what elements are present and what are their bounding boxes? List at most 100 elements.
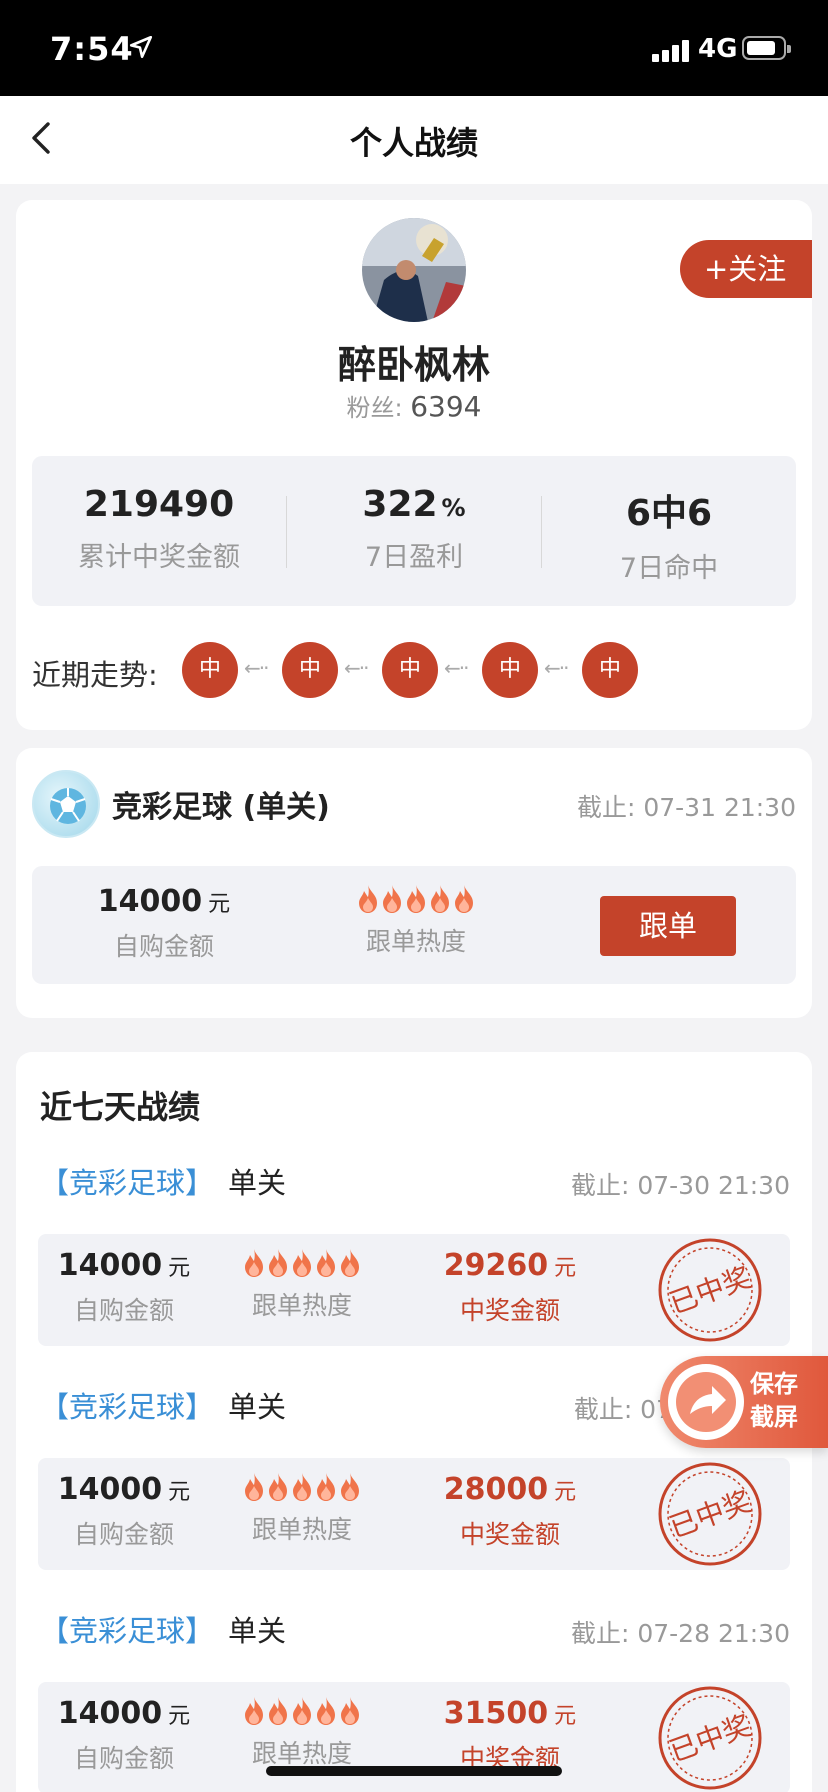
trend-arrow-icon: ←·· — [544, 656, 570, 680]
fans-label: 粉丝: — [346, 394, 403, 422]
stat-unit: % — [441, 494, 466, 522]
prize-value: 31500 — [443, 1696, 549, 1731]
stat-total-prize: 219490 累计中奖金额 — [32, 456, 286, 606]
amount-value: 14000 — [57, 1248, 163, 1283]
heat-cell: 跟单热度 — [212, 1248, 392, 1322]
share-arrow-icon — [668, 1364, 744, 1440]
follow-button[interactable]: +关注 — [680, 240, 812, 298]
heat-label: 跟单热度 — [365, 927, 466, 956]
heat-flames — [242, 1472, 362, 1506]
stat-value: 219490 — [83, 484, 235, 525]
trend-label: 近期走势: — [32, 658, 158, 692]
prize-label: 中奖金额 — [459, 1296, 560, 1325]
heat-cell: 跟单热度 — [212, 1696, 392, 1770]
record-type: 单关 — [228, 1390, 287, 1424]
trend-dot: 中 — [182, 642, 238, 698]
record-type: 单关 — [228, 1166, 287, 1200]
prize-cell: 28000 元 中奖金额 — [410, 1472, 610, 1551]
won-stamp-icon: 已中奖 — [658, 1238, 762, 1342]
trend-dot: 中 — [482, 642, 538, 698]
heat-cell: 跟单热度 — [212, 1472, 392, 1546]
profile-card: +关注 醉卧枫林 粉丝: 6394 219490 累计中奖金额 322% 7日盈… — [16, 200, 812, 730]
self-purchase-cell: 14000 元 自购金额 — [44, 1248, 204, 1327]
amount-value: 14000 — [97, 884, 203, 919]
amount-unit: 元 — [168, 1480, 191, 1505]
fans-count: 粉丝: 6394 — [16, 388, 812, 423]
record-tag: 【竞彩足球】 — [40, 1166, 215, 1200]
prize-cell: 31500 元 中奖金额 — [410, 1696, 610, 1775]
save-line2: 截屏 — [750, 1403, 798, 1431]
record-panel[interactable]: 14000 元 自购金额 跟单热度 28000 元 中奖金额 已中奖 — [38, 1458, 790, 1570]
stat-7day-hit: 6中6 7日命中 — [542, 456, 796, 606]
prize-unit: 元 — [554, 1704, 577, 1729]
prize-value: 29260 — [443, 1248, 549, 1283]
network-type: 4G — [698, 34, 738, 64]
current-bet-card: 竞彩足球 (单关) 截止: 07-31 21:30 14000 元 自购金额 跟单… — [16, 748, 812, 1018]
heat-label: 跟单热度 — [251, 1291, 352, 1320]
avatar[interactable] — [362, 218, 466, 322]
amount-label: 自购金额 — [113, 932, 214, 961]
stat-7day-profit: 322% 7日盈利 — [287, 456, 541, 606]
trend-dot: 中 — [282, 642, 338, 698]
amount-label: 自购金额 — [73, 1744, 174, 1773]
heat-label: 跟单热度 — [251, 1515, 352, 1544]
signal-icon — [652, 38, 692, 62]
location-arrow-icon — [129, 35, 153, 59]
amount-unit: 元 — [168, 1704, 191, 1729]
section-title: 近七天战绩 — [40, 1088, 201, 1126]
heat-flames — [356, 884, 476, 918]
battery-icon — [742, 36, 791, 60]
won-stamp-icon: 已中奖 — [658, 1462, 762, 1566]
save-screenshot-button[interactable]: 保存 截屏 — [660, 1356, 828, 1448]
heat-label: 跟单热度 — [251, 1739, 352, 1768]
record-tag: 【竞彩足球】 — [40, 1390, 215, 1424]
heat-flames — [242, 1248, 362, 1282]
football-icon — [32, 770, 100, 838]
status-bar: 7:54 4G — [0, 0, 828, 96]
self-purchase-cell: 14000 元 自购金额 — [44, 1472, 204, 1551]
prize-cell: 29260 元 中奖金额 — [410, 1248, 610, 1327]
stamp-text: 已中奖 — [665, 1709, 755, 1769]
heat-flames — [242, 1696, 362, 1730]
self-purchase-cell: 14000 元 自购金额 — [52, 884, 276, 963]
self-purchase-cell: 14000 元 自购金额 — [44, 1696, 204, 1775]
status-time: 7:54 — [50, 30, 134, 68]
record-panel[interactable]: 14000 元 自购金额 跟单热度 29260 元 中奖金额 已中奖 — [38, 1234, 790, 1346]
stat-value: 322 — [362, 484, 438, 525]
follow-order-button[interactable]: 跟单 — [600, 896, 736, 956]
amount-value: 14000 — [57, 1472, 163, 1507]
prize-unit: 元 — [554, 1256, 577, 1281]
prize-unit: 元 — [554, 1480, 577, 1505]
won-stamp-icon: 已中奖 — [658, 1686, 762, 1790]
stat-label: 累计中奖金额 — [78, 542, 240, 573]
record-deadline: 截止: 07-28 21:30 — [570, 1619, 790, 1648]
record-tag: 【竞彩足球】 — [40, 1614, 215, 1648]
bet-panel: 14000 元 自购金额 跟单热度 跟单 — [32, 866, 796, 984]
save-screenshot-label: 保存 截屏 — [750, 1368, 824, 1434]
home-indicator — [266, 1766, 562, 1776]
stamp-text: 已中奖 — [665, 1485, 755, 1545]
stats-panel: 219490 累计中奖金额 322% 7日盈利 6中6 7日命中 — [32, 456, 796, 606]
stat-label: 7日盈利 — [364, 542, 464, 573]
save-line1: 保存 — [750, 1370, 798, 1398]
prize-value: 28000 — [443, 1472, 549, 1507]
nav-bar: 个人战绩 — [0, 96, 828, 184]
trend-dot: 中 — [582, 642, 638, 698]
trend-arrow-icon: ←·· — [344, 656, 370, 680]
record-deadline: 截止: 07 — [573, 1395, 672, 1424]
stat-label: 7日命中 — [619, 553, 719, 584]
record-type: 单关 — [228, 1614, 287, 1648]
stamp-text: 已中奖 — [665, 1261, 755, 1321]
amount-unit: 元 — [208, 892, 231, 917]
stat-value: 6中6 — [625, 493, 713, 534]
fans-number: 6394 — [410, 390, 482, 423]
amount-label: 自购金额 — [73, 1520, 174, 1549]
bet-title: 竞彩足球 (单关) — [112, 790, 330, 825]
record-deadline: 截止: 07-30 21:30 — [570, 1171, 790, 1200]
trend-arrow-icon: ←·· — [244, 656, 270, 680]
amount-label: 自购金额 — [73, 1296, 174, 1325]
bet-deadline: 截止: 07-31 21:30 — [576, 793, 796, 822]
trend-dot: 中 — [382, 642, 438, 698]
amount-unit: 元 — [168, 1256, 191, 1281]
username: 醉卧枫林 — [337, 343, 490, 387]
